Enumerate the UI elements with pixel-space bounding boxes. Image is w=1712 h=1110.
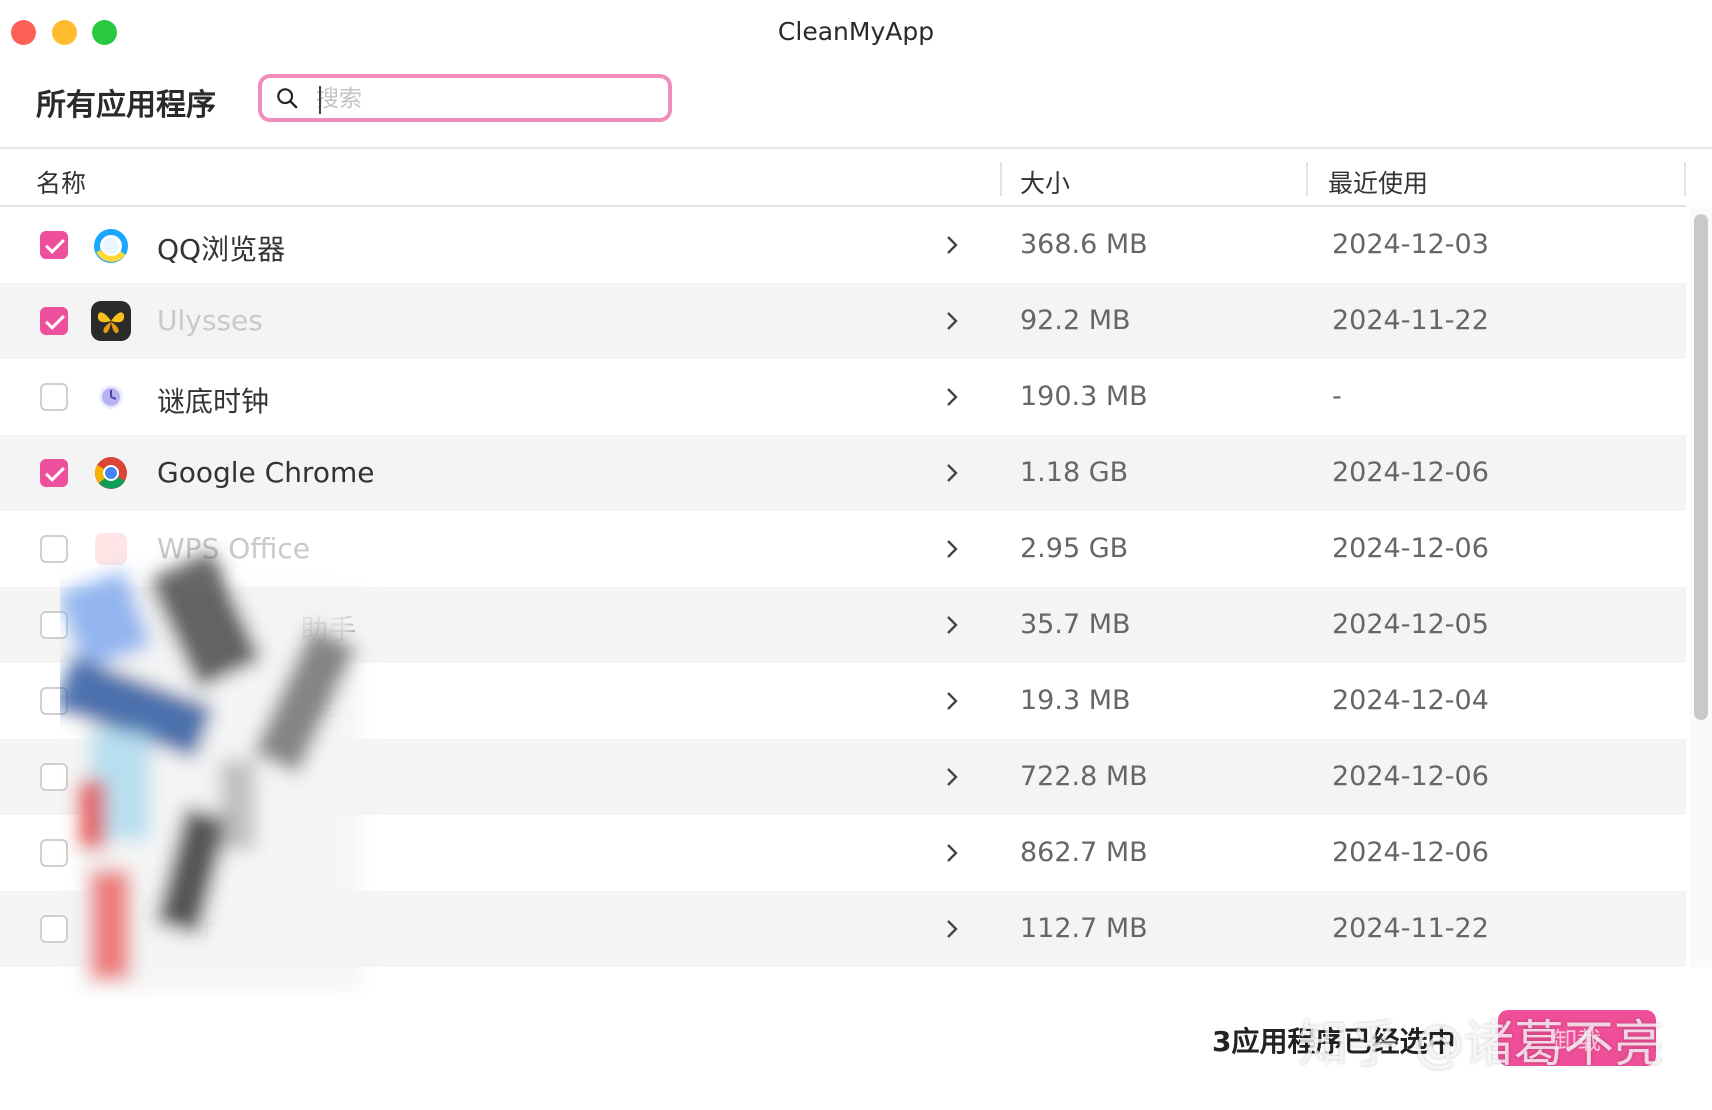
row-checkbox[interactable] — [40, 611, 68, 639]
app-last-used: 2024-12-06 — [1332, 457, 1489, 488]
app-last-used: - — [1332, 381, 1342, 412]
title-bar: CleanMyApp — [0, 0, 1712, 64]
row-checkbox[interactable] — [40, 915, 68, 943]
column-divider[interactable] — [1000, 162, 1002, 196]
table-row[interactable]: 862.7 MB 2024-12-06 — [0, 815, 1686, 891]
page-title: 所有应用程序 — [36, 88, 216, 123]
window-title: CleanMyApp — [777, 17, 935, 46]
table-row[interactable]: WPS Office 2.95 GB 2024-12-06 — [0, 511, 1686, 587]
app-size: 35.7 MB — [1020, 609, 1131, 640]
app-name: 复 — [308, 689, 337, 722]
row-checkbox[interactable] — [40, 383, 68, 411]
row-checkbox[interactable] — [40, 231, 68, 259]
chrome-icon — [91, 453, 131, 493]
table-row[interactable]: QQ浏览器 368.6 MB 2024-12-03 — [0, 207, 1686, 283]
app-size: 112.7 MB — [1020, 913, 1148, 944]
app-size: 2.95 GB — [1020, 533, 1129, 564]
chevron-right-icon[interactable] — [942, 613, 962, 637]
chevron-right-icon[interactable] — [942, 689, 962, 713]
app-size: 368.6 MB — [1020, 229, 1148, 260]
app-last-used: 2024-12-06 — [1332, 837, 1489, 868]
app-name: 助手 — [300, 613, 357, 646]
watermark: 知乎 @诸葛不亮 — [1298, 1015, 1664, 1073]
table-row[interactable]: Google Chrome 1.18 GB 2024-12-06 — [0, 435, 1686, 511]
app-name: 谜底时钟 — [157, 385, 270, 418]
toolbar-divider — [0, 147, 1712, 149]
chevron-right-icon[interactable] — [942, 233, 962, 257]
app-size: 1.18 GB — [1020, 457, 1129, 488]
table-row[interactable]: ar 112.7 MB 2024-11-22 — [0, 891, 1686, 967]
row-checkbox[interactable] — [40, 763, 68, 791]
chevron-right-icon[interactable] — [942, 765, 962, 789]
table-row[interactable]: Ulysses 92.2 MB 2024-11-22 — [0, 283, 1686, 359]
scrollbar-thumb[interactable] — [1694, 214, 1708, 720]
app-last-used: 2024-11-22 — [1332, 305, 1489, 336]
app-last-used: 2024-12-06 — [1332, 761, 1489, 792]
table-row[interactable]: 复 19.3 MB 2024-12-04 — [0, 663, 1686, 739]
search-input[interactable] — [316, 84, 656, 114]
row-checkbox[interactable] — [40, 687, 68, 715]
app-last-used: 2024-11-22 — [1332, 913, 1489, 944]
app-size: 862.7 MB — [1020, 837, 1148, 868]
row-checkbox[interactable] — [40, 535, 68, 563]
column-header-name[interactable]: 名称 — [36, 164, 86, 200]
row-checkbox[interactable] — [40, 839, 68, 867]
app-size: 190.3 MB — [1020, 381, 1148, 412]
app-size: 722.8 MB — [1020, 761, 1148, 792]
search-box[interactable] — [258, 74, 672, 122]
app-last-used: 2024-12-03 — [1332, 229, 1489, 260]
app-size: 92.2 MB — [1020, 305, 1131, 336]
app-name: ar — [186, 912, 215, 945]
column-divider — [1684, 162, 1686, 196]
chevron-right-icon[interactable] — [942, 917, 962, 941]
chevron-right-icon[interactable] — [942, 461, 962, 485]
app-last-used: 2024-12-05 — [1332, 609, 1489, 640]
column-header-last-used[interactable]: 最近使用 — [1328, 164, 1428, 200]
chevron-right-icon[interactable] — [942, 537, 962, 561]
table-row[interactable]: 722.8 MB 2024-12-06 — [0, 739, 1686, 815]
chevron-right-icon[interactable] — [942, 309, 962, 333]
qq-browser-icon — [91, 225, 131, 265]
app-list: QQ浏览器 368.6 MB 2024-12-03 Ulysses 92.2 M… — [0, 207, 1686, 967]
app-name: Ulysses — [157, 304, 263, 337]
app-name: WPS Office — [157, 532, 310, 565]
table-row[interactable]: 谜底时钟 190.3 MB - — [0, 359, 1686, 435]
app-name: QQ浏览器 — [157, 233, 286, 266]
table-header: 名称 大小 最近使用 — [0, 150, 1686, 205]
app-last-used: 2024-12-06 — [1332, 533, 1489, 564]
chevron-right-icon[interactable] — [942, 841, 962, 865]
ulysses-butterfly-icon — [91, 301, 131, 341]
wps-icon — [91, 529, 131, 569]
row-checkbox[interactable] — [40, 307, 68, 335]
app-name: Google Chrome — [157, 456, 375, 489]
column-header-size[interactable]: 大小 — [1020, 164, 1070, 200]
clock-icon — [91, 377, 131, 417]
app-size: 19.3 MB — [1020, 685, 1131, 716]
app-last-used: 2024-12-04 — [1332, 685, 1489, 716]
row-checkbox[interactable] — [40, 459, 68, 487]
chevron-right-icon[interactable] — [942, 385, 962, 409]
column-divider[interactable] — [1306, 162, 1308, 196]
table-row[interactable]: 助手 35.7 MB 2024-12-05 — [0, 587, 1686, 663]
text-caret — [319, 86, 321, 114]
search-icon — [277, 88, 298, 109]
